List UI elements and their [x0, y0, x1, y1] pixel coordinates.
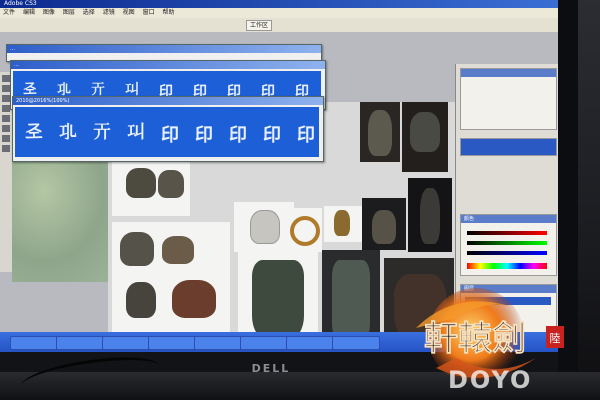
color-slider[interactable] [467, 231, 547, 235]
bronze-vessel [172, 280, 216, 318]
document-window[interactable]: 2010@2016%(100%) 𢀖 𢀗 𢀘 𢀙 印 印 印 印 印 [12, 96, 324, 162]
bronze-vessel [158, 170, 184, 198]
tool-icon[interactable] [2, 75, 10, 82]
logo-subtitle: DOYO [448, 366, 532, 394]
map-image [12, 152, 120, 282]
seal-glyph: 印 [263, 125, 281, 146]
menu-item[interactable]: 选择 [80, 9, 98, 16]
bronze-vessel [126, 282, 156, 318]
photo-scene: Adobe CS3 文件 编辑 图像 图层 选择 滤镜 视图 窗口 帮助 工作区 [0, 0, 600, 400]
seal-glyph: 𢀙 [127, 122, 145, 143]
seal-glyph: 𢀗 [59, 122, 77, 143]
game-logo-watermark: 陸 軒轅劍 DOYO [416, 288, 564, 394]
menu-item[interactable]: 滤镜 [100, 9, 118, 16]
seal-glyph: 𢀘 [93, 122, 111, 143]
artifact-photo [360, 102, 400, 162]
taskbar-item[interactable] [56, 336, 104, 350]
menu-item[interactable]: 文件 [0, 9, 18, 16]
document-title: 2010@2016%(100%) [13, 97, 323, 105]
artifact-photo [324, 206, 362, 242]
artifact-photo [402, 102, 448, 172]
tool-icon[interactable] [2, 145, 10, 152]
bronze-vessel [368, 110, 392, 156]
artifact-photo [282, 208, 322, 252]
color-spectrum[interactable] [467, 263, 547, 269]
taskbar-item[interactable] [286, 336, 334, 350]
color-panel: 颜色 [460, 214, 557, 276]
panel-header[interactable] [461, 69, 556, 77]
workspace-dropdown[interactable]: 工作区 [246, 20, 273, 31]
menu-item[interactable]: 视图 [120, 9, 138, 16]
bronze-bell [252, 260, 304, 340]
bronze-ornament [334, 210, 350, 236]
navigator-panel [460, 68, 557, 130]
bronze-vessel [420, 188, 440, 244]
artifact-photo [112, 156, 190, 216]
seal-stamp-text: 陸 [550, 332, 561, 345]
app-title-bar: Adobe CS3 [0, 0, 560, 8]
menu-item[interactable]: 图像 [40, 9, 58, 16]
bronze-vessel [162, 236, 194, 264]
seal-glyph: 印 [195, 125, 213, 146]
bronze-vessel [410, 112, 440, 152]
menu-item[interactable]: 窗口 [140, 9, 158, 16]
tool-icon[interactable] [2, 125, 10, 132]
panel-header[interactable]: 颜色 [461, 215, 556, 223]
color-slider[interactable] [467, 241, 547, 245]
taskbar-item[interactable] [194, 336, 242, 350]
seal-glyph: 印 [297, 125, 315, 146]
tool-icon[interactable] [2, 115, 10, 122]
tool-icon[interactable] [2, 105, 10, 112]
tool-icon[interactable] [2, 85, 10, 92]
seal-glyph: 印 [161, 125, 179, 146]
bronze-ring [290, 216, 320, 246]
taskbar-item[interactable] [10, 336, 58, 350]
seal-glyph: 𢀖 [23, 81, 37, 97]
options-bar: 工作区 [0, 18, 560, 33]
artifact-photo [362, 198, 406, 250]
canvas-area: … … 𢀖 𢀗 𢀘 𢀙 印 印 印 印 印 2010@2016%(100%) 𢀖… [0, 32, 560, 352]
bronze-vessel [126, 168, 156, 198]
menu-bar: 文件 编辑 图像 图层 选择 滤镜 视图 窗口 帮助 [0, 8, 560, 18]
bronze-vessel [250, 210, 280, 244]
bronze-vessel [372, 210, 396, 244]
seal-glyph-strip: 𢀖 𢀗 𢀘 𢀙 印 印 印 印 印 [15, 107, 319, 157]
document-title: … [7, 45, 321, 53]
logo-title: 軒轅劍 [424, 319, 526, 359]
tool-icon[interactable] [2, 95, 10, 102]
seal-glyph: 印 [229, 125, 247, 146]
tool-icon[interactable] [2, 135, 10, 142]
bronze-vessel [120, 232, 154, 266]
menu-item[interactable]: 编辑 [20, 9, 38, 16]
artifact-photo [112, 222, 230, 332]
menu-item[interactable]: 帮助 [160, 9, 178, 16]
taskbar-item[interactable] [102, 336, 150, 350]
color-slider[interactable] [467, 251, 547, 255]
bronze-bell [332, 260, 370, 340]
tool-strip[interactable] [460, 138, 557, 156]
seal-glyph: 𢀖 [25, 121, 43, 142]
document-title: … [11, 61, 325, 69]
taskbar-item[interactable] [240, 336, 288, 350]
artifact-photo [408, 178, 452, 252]
taskbar-item[interactable] [148, 336, 196, 350]
menu-item[interactable]: 图层 [60, 9, 78, 16]
taskbar-item[interactable] [332, 336, 380, 350]
